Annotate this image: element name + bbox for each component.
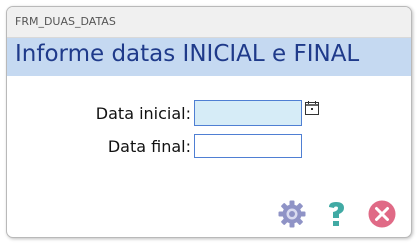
question-mark-icon[interactable] (321, 199, 351, 229)
calendar-icon[interactable] (305, 101, 319, 115)
gear-icon[interactable] (277, 199, 307, 229)
window-title: FRM_DUAS_DATAS (15, 15, 116, 28)
end-date-input[interactable] (194, 134, 302, 158)
start-date-input[interactable] (194, 100, 302, 126)
end-date-label: Data final: (107, 137, 191, 156)
close-icon[interactable] (367, 199, 397, 229)
dialog-window: FRM_DUAS_DATAS Informe datas INICIAL e F… (6, 6, 412, 238)
page-title: Informe datas INICIAL e FINAL (15, 41, 360, 67)
title-bar: FRM_DUAS_DATAS (7, 7, 411, 38)
start-date-label: Data inicial: (95, 104, 191, 123)
header-band: Informe datas INICIAL e FINAL (7, 38, 411, 76)
